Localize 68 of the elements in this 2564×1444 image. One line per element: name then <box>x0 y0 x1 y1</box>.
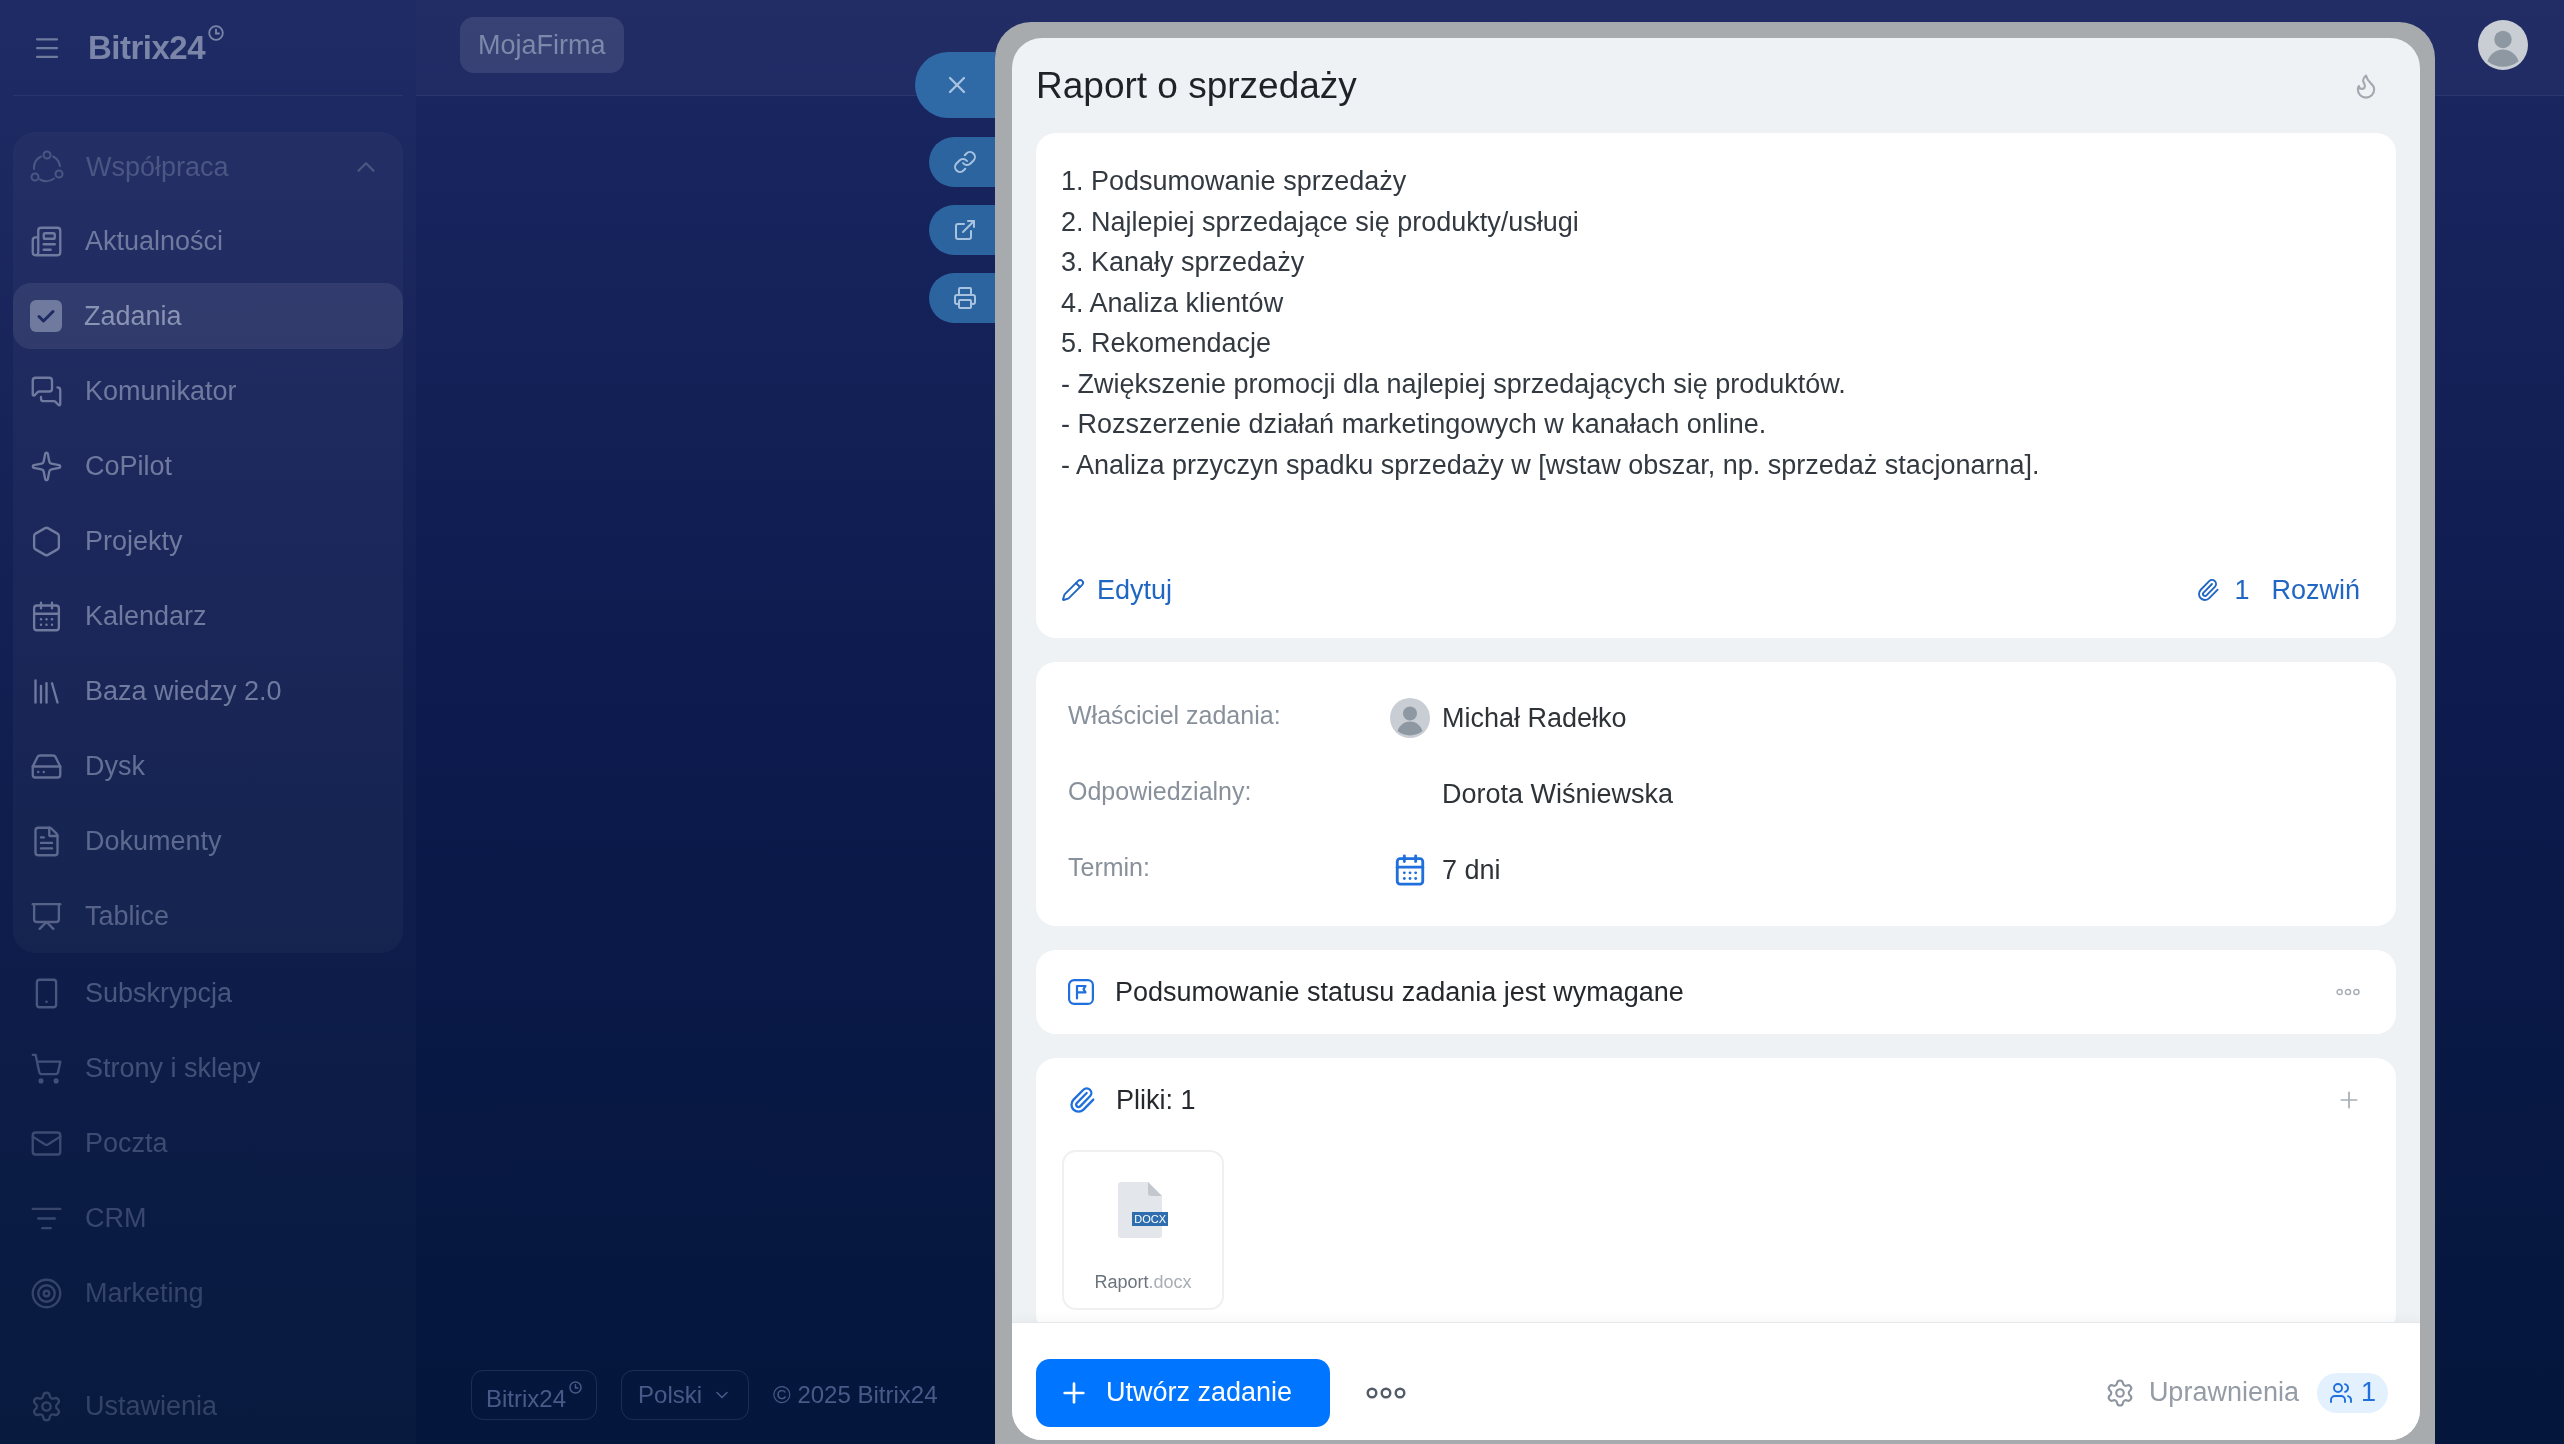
field-label: Odpowiedzialny: <box>1068 776 1253 808</box>
edit-link[interactable]: Edytuj <box>1061 569 1173 611</box>
sidebar-item[interactable]: Baza wiedzy 2.0 <box>13 658 403 724</box>
circular-nodes-icon <box>30 150 64 184</box>
field-label: Właściciel zadania: <box>1068 700 1282 732</box>
sidebar-item[interactable]: Subskrypcja <box>13 960 403 1026</box>
chat-bubbles-icon <box>30 374 63 408</box>
paperclip-icon <box>1068 1086 1096 1114</box>
hexagon-icon <box>30 524 63 558</box>
description-line: - Analiza przyczyn spadku sprzedaży w [wstaw obszar, np. sprzedaż stacjonarna]. <box>1061 448 2041 482</box>
sidebar-item[interactable]: Komunikator <box>13 358 403 424</box>
copyright-text: © 2025 Bitrix24 <box>773 1380 938 1410</box>
logo-text[interactable]: Bitrix24 <box>88 22 206 73</box>
permissions-button[interactable]: Uprawnienia <box>2104 1372 2299 1413</box>
deadline-value: 7 dni <box>1442 853 1501 887</box>
sidebar-item[interactable]: Dokumenty <box>13 808 403 874</box>
files-title: Pliki: 1 <box>1116 1083 1197 1117</box>
pencil-icon <box>1061 578 1085 602</box>
settings-icon <box>30 1389 63 1423</box>
print-button[interactable] <box>929 273 995 323</box>
paperclip-icon <box>2196 578 2221 602</box>
link-icon <box>953 150 977 174</box>
sidebar-item[interactable]: Dysk <box>13 733 403 799</box>
close-button[interactable] <box>915 52 995 118</box>
sidebar-item[interactable]: Aktualności <box>13 208 403 274</box>
description-line: - Zwiększenie promocji dla najlepiej sprzedających się produktów. <box>1061 367 1847 401</box>
file-tile[interactable]: DOCX Raport.docx <box>1062 1150 1224 1310</box>
person-name[interactable]: Michał Radełko <box>1442 697 1627 739</box>
open-new-window-button[interactable] <box>929 205 995 255</box>
requirement-text: Podsumowanie statusu zadania jest wymagane <box>1115 975 1685 1009</box>
description-line: 1. Podsumowanie sprzedaży <box>1061 165 1408 198</box>
sidebar-item[interactable]: Tablice <box>13 883 403 949</box>
attachments-link[interactable]: 1 <box>2196 569 2250 611</box>
user-avatar-icon <box>2478 20 2528 70</box>
cart-icon <box>30 1051 63 1085</box>
calendar-icon <box>30 599 63 633</box>
more-icon[interactable] <box>1366 1386 1406 1399</box>
flag-icon <box>1068 979 1094 1005</box>
users-icon <box>2328 1380 2353 1405</box>
clock-icon <box>569 1381 583 1394</box>
checkbox-icon <box>30 300 62 332</box>
external-link-icon <box>953 218 977 242</box>
printer-icon <box>953 286 977 310</box>
person-name[interactable]: Dorota Wiśniewska <box>1442 773 1674 815</box>
description-line: 5. Rekomendacje <box>1061 327 1273 360</box>
language-button[interactable]: Polski <box>621 1370 750 1420</box>
sidebar-item[interactable]: Projekty <box>13 508 403 574</box>
sidebar-item[interactable]: Kalendarz <box>13 583 403 649</box>
sidebar-item[interactable]: Zadania <box>13 283 403 349</box>
field-label: Termin: <box>1068 852 1151 884</box>
clock-icon <box>208 24 225 41</box>
description-line: 2. Najlepiej sprzedające się produkty/usługi <box>1061 205 1580 239</box>
description-line: 4. Analiza klientów <box>1061 286 1285 320</box>
panel-title: Raport o sprzedaży <box>1036 63 1357 108</box>
brand-button[interactable]: Bitrix24 <box>471 1370 598 1420</box>
calendar-icon <box>1393 853 1427 887</box>
target-icon <box>30 1276 63 1310</box>
newspaper-icon <box>30 224 63 258</box>
company-button[interactable]: MojaFirma <box>460 17 624 73</box>
description-line: 3. Kanały sprzedaży <box>1061 246 1306 279</box>
create-task-button[interactable]: Utwórz zadanie <box>1036 1358 1330 1427</box>
sidebar-item[interactable]: CoPilot <box>13 433 403 499</box>
members-badge[interactable]: 1 <box>2316 1372 2388 1413</box>
expand-link[interactable]: Rozwiń <box>2271 569 2360 611</box>
copy-link-button[interactable] <box>929 137 995 187</box>
file-name: Raport.docx <box>1094 1271 1192 1294</box>
sparkle-icon <box>30 449 63 483</box>
description-line: - Rozszerzenie działań marketingowych w kanałach online. <box>1061 408 1768 441</box>
